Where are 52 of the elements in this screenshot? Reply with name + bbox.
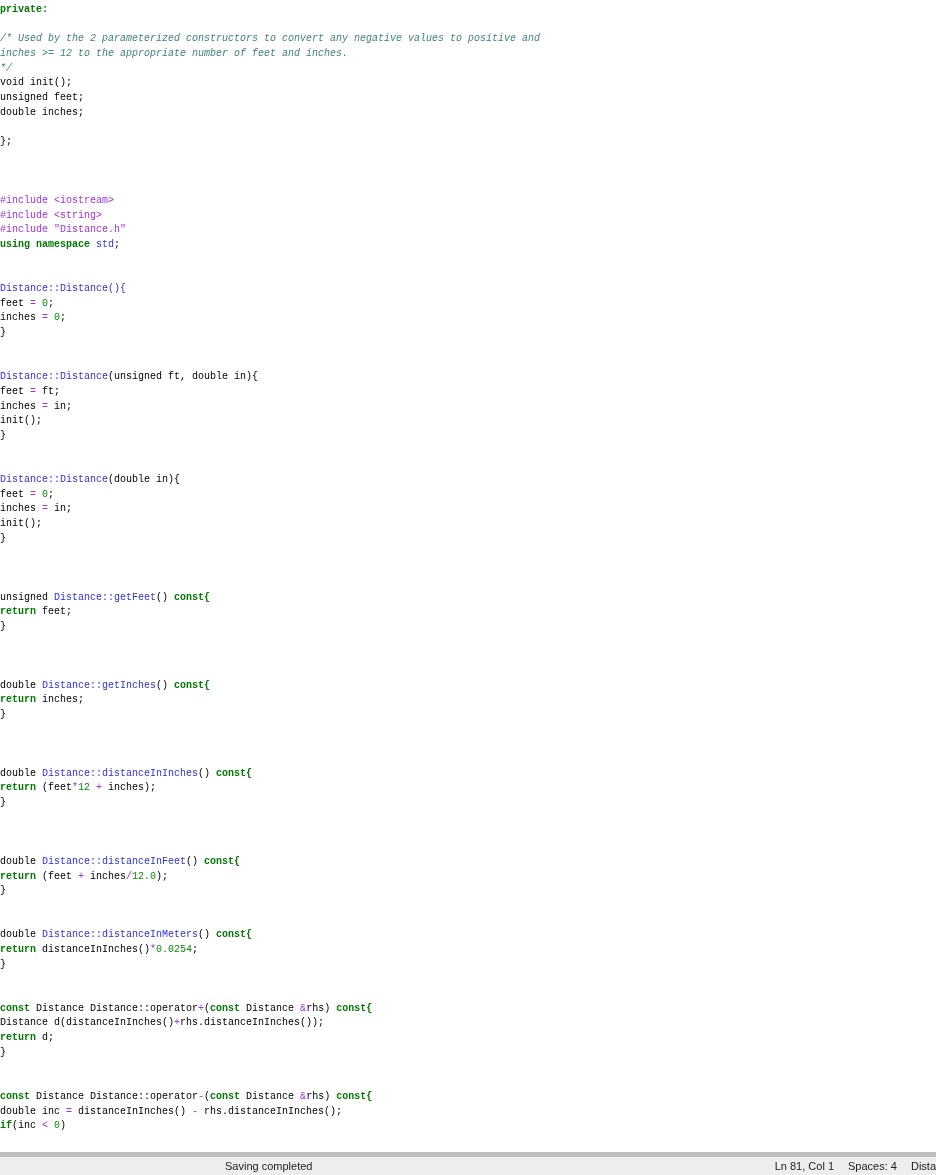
- code-line: return d;: [0, 1031, 56, 1046]
- code-line: return inches;: [0, 693, 86, 708]
- code-line: return (feet*12 + inches);: [0, 781, 158, 796]
- code-line: if(inc < 0): [0, 1119, 68, 1134]
- code-line: void init();: [0, 76, 73, 91]
- code-line: }: [0, 796, 7, 811]
- code-line: double inc = distanceInInches() - rhs.distanceInInches();: [0, 1104, 344, 1119]
- code-line: feet = 0;: [0, 487, 56, 502]
- status-item[interactable]: Spaces: 4: [848, 1160, 897, 1172]
- code-line: inches = 0;: [0, 311, 68, 326]
- code-line: #include <string>: [0, 208, 104, 223]
- code-line: double inches;: [0, 105, 85, 120]
- code-line: double Distance::distanceInMeters() const{: [0, 928, 254, 943]
- status-item[interactable]: Ln 81, Col 1: [774, 1160, 834, 1172]
- code-line: feet = ft;: [0, 384, 62, 399]
- code-line: }: [0, 884, 7, 899]
- code-line: Distance::Distance(double in){: [0, 473, 182, 487]
- code-line: double Distance::distanceInFeet() const{: [0, 854, 242, 869]
- code-line: double Distance::getInches() const{: [0, 678, 212, 693]
- code-line: inches = in;: [0, 502, 74, 517]
- code-line: }: [0, 957, 7, 972]
- code-line: };: [0, 135, 13, 150]
- code-line: }: [0, 619, 7, 634]
- status-item[interactable]: Dista: [910, 1160, 936, 1172]
- code-line: feet = 0;: [0, 296, 56, 311]
- code-line: }: [0, 1045, 7, 1060]
- code-line: inches = in;: [0, 399, 74, 414]
- code-line: Distance d(distanceInInches()+rhs.distanceInInches());: [0, 1016, 326, 1031]
- code-line: }: [0, 428, 7, 443]
- code-line: inches >= 12 to the appropriate number of feet and inches.: [0, 47, 350, 62]
- code-line: #include <iostream>: [0, 193, 116, 208]
- code-line: }: [0, 708, 7, 722]
- code-line: #include "Distance.h": [0, 223, 128, 238]
- code-line: const Distance Distance::operator+(const Distance &rhs) const{: [0, 1001, 374, 1016]
- code-line: /* Used by the 2 parameterized constructors to convert any negative values to positive and: [0, 32, 542, 47]
- code-line: Distance::Distance(){: [0, 282, 128, 297]
- code-line: return feet;: [0, 605, 74, 620]
- code-line: unsigned Distance::getFeet() const{: [0, 590, 212, 605]
- code-line: private:: [0, 3, 49, 17]
- code-line: unsigned feet;: [0, 91, 85, 106]
- code-line: init();: [0, 414, 43, 429]
- code-line: const Distance Distance::operator-(const Distance &rhs) const{: [0, 1089, 374, 1104]
- code-line: double Distance::distanceInInches() const{: [0, 766, 254, 781]
- code-line: }: [0, 326, 7, 341]
- code-line: return distanceInInches()*0.0254;: [0, 943, 200, 957]
- status-message: Saving completed: [225, 1160, 313, 1172]
- code-line: using namespace std;: [0, 238, 122, 252]
- code-line: }: [0, 531, 7, 546]
- code-line: Distance::Distance(unsigned ft, double in){: [0, 370, 260, 385]
- code-line: return (feet + inches/12.0);: [0, 869, 170, 884]
- code-line: init();: [0, 517, 43, 532]
- code-line: */: [0, 61, 13, 76]
